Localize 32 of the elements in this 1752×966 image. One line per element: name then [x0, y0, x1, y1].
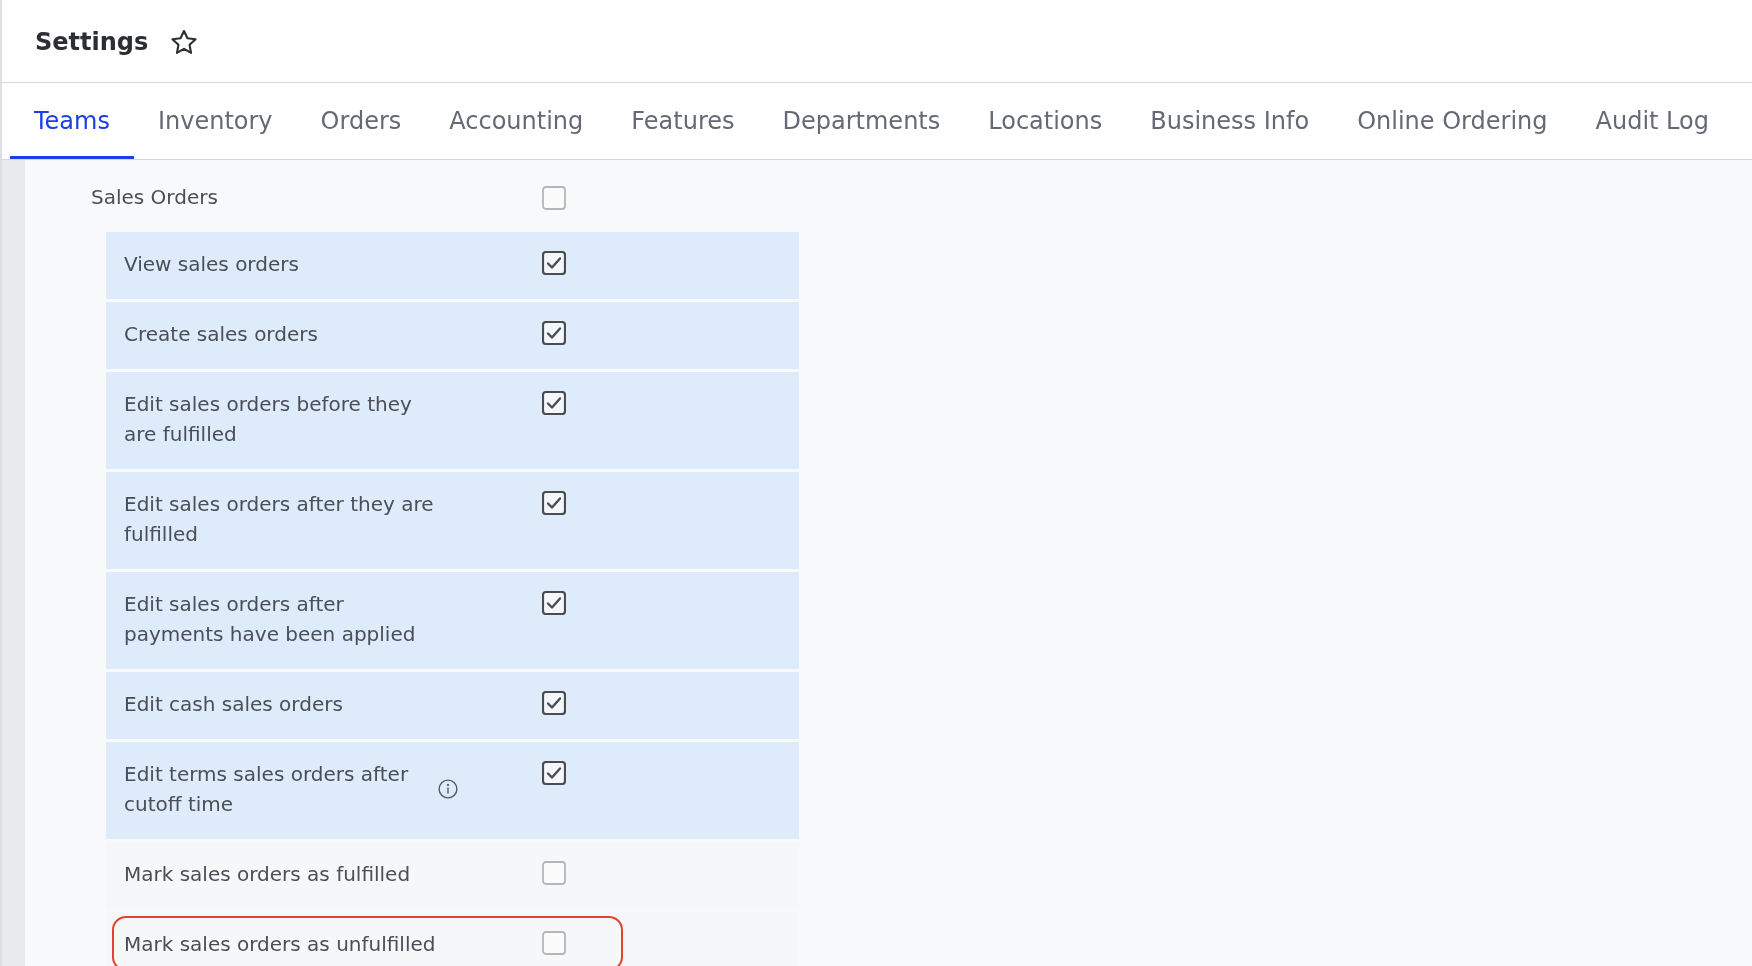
checkbox[interactable] — [542, 761, 566, 785]
page-title: Settings — [35, 27, 149, 57]
tab[interactable]: Departments — [758, 83, 965, 159]
permission-label: View sales orders — [124, 251, 300, 278]
star-icon[interactable] — [171, 30, 198, 54]
tab[interactable]: Features — [607, 83, 759, 159]
checkbox[interactable] — [542, 861, 566, 885]
tab[interactable]: Online Ordering — [1333, 83, 1572, 159]
tab[interactable]: Business Info — [1126, 83, 1334, 159]
tab[interactable]: Accounting — [425, 83, 608, 159]
checkbox[interactable] — [542, 931, 566, 955]
permission-label: Mark sales orders as unfulfilled — [124, 931, 437, 958]
tab[interactable]: Audit Log — [1571, 83, 1733, 159]
checkbox[interactable] — [542, 186, 566, 210]
info-icon[interactable] — [438, 779, 458, 799]
checkbox[interactable] — [542, 491, 566, 515]
checkbox[interactable] — [542, 251, 566, 275]
checkbox[interactable] — [542, 391, 566, 415]
checkbox[interactable] — [542, 691, 566, 715]
permission-label: Edit sales orders after payments have been applied — [124, 591, 417, 648]
checkbox[interactable] — [542, 591, 566, 615]
permission-label: Edit terms sales orders after cutoff time — [124, 761, 410, 818]
permission-group-label: Sales Orders — [91, 184, 219, 211]
tab[interactable]: Inventory — [133, 83, 297, 159]
permission-label: Create sales orders — [124, 321, 319, 348]
tab[interactable]: Orders — [296, 83, 426, 159]
permission-label: Edit cash sales orders — [124, 691, 344, 718]
permission-label: Edit sales orders before they are fulfilled — [124, 391, 413, 448]
permission-label: Edit sales orders after they are fulfilled — [124, 491, 435, 548]
checkbox[interactable] — [542, 321, 566, 345]
permission-label: Mark sales orders as fulfilled — [124, 861, 412, 888]
tab[interactable]: Locations — [964, 83, 1127, 159]
